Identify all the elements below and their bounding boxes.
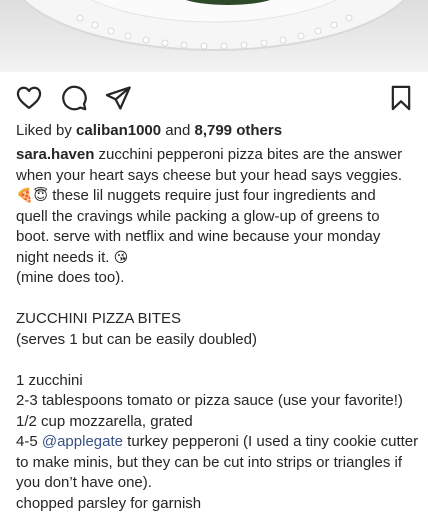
caption-line: sara.haven zucchini pepperoni pizza bite… [16, 146, 403, 163]
pizza-halo-emoji: 🍕😇 [16, 188, 49, 204]
caption-line: (serves 1 but can be easily doubled) [16, 330, 257, 348]
ingredient-line: 1 zucchini [16, 371, 83, 389]
caption-line: boot. serve with netflix and wine becaus… [16, 228, 381, 245]
post-caption: sara.haven zucchini pepperoni pizza bite… [16, 145, 420, 514]
liked-by-user[interactable]: caliban1000 [76, 122, 161, 139]
mention-link[interactable]: @applegate [42, 433, 123, 450]
recipe-title: ZUCCHINI PIZZA BITES [16, 310, 182, 327]
ingredient-line: 4-5 @applegate turkey pepperoni (I used … [16, 433, 419, 450]
paper-plane-icon[interactable] [104, 84, 132, 112]
caption-line: quell the cravings while packing a glow-… [16, 207, 380, 225]
post-photo[interactable] [0, 0, 428, 72]
caption-line: (mine does too). [16, 269, 125, 286]
comment-bubble-icon[interactable] [60, 84, 88, 112]
heart-icon[interactable] [15, 84, 43, 112]
plate-image [22, 0, 406, 51]
author-username[interactable]: sara.haven [16, 146, 94, 163]
ingredient-line: 1/2 cup mozzarella, grated [16, 412, 193, 430]
post-action-bar [0, 78, 428, 118]
caption-line: night needs it. 😘 [16, 248, 129, 266]
caption-line: to make minis, but they can be cut into … [16, 453, 403, 471]
caption-line: you don’t have one). [16, 474, 152, 491]
caption-line: when your heart says cheese but your hea… [16, 166, 403, 184]
bookmark-icon[interactable] [387, 84, 415, 112]
likes-count[interactable]: 8,799 others [194, 122, 282, 139]
likes-summary: Liked by caliban1000 and 8,799 others [16, 121, 282, 140]
caption-line: 🍕😇 these lil nuggets require just four i… [16, 187, 376, 204]
kiss-emoji: 😘 [113, 249, 129, 266]
likes-prefix: Liked by [16, 122, 72, 139]
ingredient-line: chopped parsley for garnish [16, 494, 202, 512]
likes-and: and [165, 122, 191, 139]
ingredient-line: 2-3 tablespoons tomato or pizza sauce (u… [16, 392, 403, 409]
